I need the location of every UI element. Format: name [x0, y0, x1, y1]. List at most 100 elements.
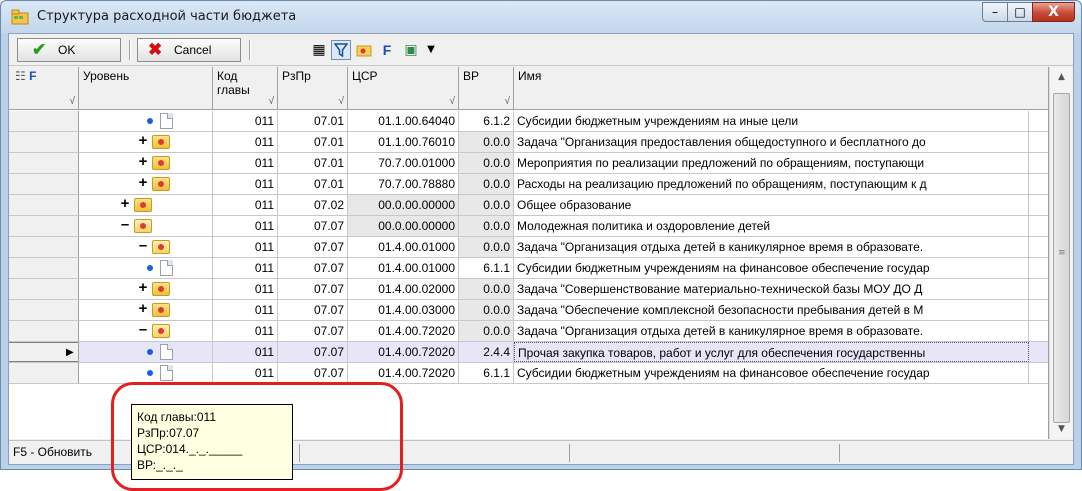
name-cell[interactable]: Задача "Организация отдыха детей в каник… [514, 237, 1029, 257]
table-row[interactable]: – 011 07.07 01.4.00.01000 0.0.0 Задача "Орган… [9, 237, 1048, 258]
formula-toggle-icon[interactable]: ☷ F [15, 69, 36, 83]
indicator-header[interactable]: ☷ F √ [9, 67, 79, 110]
row-indicator[interactable] [9, 153, 79, 173]
kod-cell[interactable]: 011 [213, 258, 278, 278]
table-row[interactable]: +011 07.01 70.7.00.78880 0.0.0 Расходы на ре… [9, 174, 1048, 195]
formula-icon[interactable]: F [377, 40, 397, 60]
rzp-cell[interactable]: 07.01 [278, 111, 348, 131]
level-cell[interactable] [79, 111, 213, 131]
rzp-cell[interactable]: 07.07 [278, 237, 348, 257]
column-header-rzp[interactable]: РзПр √ [278, 67, 348, 110]
kod-cell[interactable]: 011 [213, 342, 278, 362]
level-cell[interactable]: + [79, 132, 213, 152]
csr-cell[interactable]: 70.7.00.01000 [348, 153, 459, 173]
kod-cell[interactable]: 011 [213, 363, 278, 383]
table-row[interactable]: +011 07.07 01.4.00.03000 0.0.0 Задача "Обесп… [9, 300, 1048, 321]
rzp-cell[interactable]: 07.01 [278, 132, 348, 152]
cube-icon[interactable]: ▣ [401, 40, 421, 60]
table-row[interactable]: – 011 07.07 01.4.00.72020 0.0.0 Задача "Орган… [9, 321, 1048, 342]
cancel-button[interactable]: ✖ Cancel [137, 38, 241, 62]
csr-cell[interactable]: 01.1.00.76010 [348, 132, 459, 152]
csr-cell[interactable]: 70.7.00.78880 [348, 174, 459, 194]
kod-cell[interactable]: 011 [213, 132, 278, 152]
level-cell[interactable]: + [79, 300, 213, 320]
dropdown-arrow-icon[interactable]: ▼ [421, 40, 441, 60]
table-row[interactable]: +011 07.02 00.0.00.00000 0.0.0 Общее образов… [9, 195, 1048, 216]
row-indicator[interactable] [9, 363, 79, 383]
kod-cell[interactable]: 011 [213, 216, 278, 236]
level-cell[interactable]: + [79, 174, 213, 194]
level-cell[interactable]: – [79, 321, 213, 341]
vr-cell[interactable]: 0.0.0 [459, 237, 514, 257]
column-header-level[interactable]: Уровень [79, 67, 213, 110]
rzp-cell[interactable]: 07.07 [278, 279, 348, 299]
name-cell[interactable]: Субсидии бюджетным учреждениям на иные ц… [514, 111, 1029, 131]
table-row[interactable]: ▶ 011 07.07 01.4.00.72020 2.4.4 Прочая закупк… [9, 342, 1048, 363]
kod-cell[interactable]: 011 [213, 321, 278, 341]
expand-icon[interactable]: + [137, 280, 149, 296]
table-row[interactable]: 011 07.07 01.4.00.01000 6.1.1 Субсидии бюдже… [9, 258, 1048, 279]
name-cell[interactable]: Расходы на реализацию предложений по обр… [514, 174, 1029, 194]
scroll-up-icon[interactable]: ▲ [1050, 67, 1073, 87]
vr-cell[interactable]: 0.0.0 [459, 153, 514, 173]
name-cell[interactable]: Мероприятия по реализации предложений по… [514, 153, 1029, 173]
csr-cell[interactable]: 00.0.00.00000 [348, 195, 459, 215]
expand-icon[interactable]: + [137, 301, 149, 317]
level-cell[interactable]: + [79, 195, 213, 215]
csr-cell[interactable]: 01.4.00.03000 [348, 300, 459, 320]
level-cell[interactable]: + [79, 153, 213, 173]
filter-icon[interactable] [331, 40, 351, 60]
csr-cell[interactable]: 01.4.00.01000 [348, 237, 459, 257]
vr-cell[interactable]: 6.1.1 [459, 363, 514, 383]
row-indicator[interactable] [9, 174, 79, 194]
kod-cell[interactable]: 011 [213, 153, 278, 173]
title-bar[interactable]: Структура расходной части бюджета – □ X [1, 1, 1081, 33]
name-cell[interactable]: Задача "Организация предоставления общед… [514, 132, 1029, 152]
scrollbar-thumb[interactable]: ≡ [1053, 93, 1070, 423]
rzp-cell[interactable]: 07.02 [278, 195, 348, 215]
vr-cell[interactable]: 6.1.1 [459, 258, 514, 278]
rzp-cell[interactable]: 07.01 [278, 174, 348, 194]
kod-cell[interactable]: 011 [213, 195, 278, 215]
column-header-name[interactable]: Имя ◄ ► ▶ [514, 67, 1048, 110]
csr-cell[interactable]: 01.4.00.72020 [348, 321, 459, 341]
name-cell[interactable]: Молодежная политика и оздоровление детей [514, 216, 1029, 236]
expand-icon[interactable]: + [137, 154, 149, 170]
rzp-cell[interactable]: 07.07 [278, 321, 348, 341]
vr-cell[interactable]: 0.0.0 [459, 174, 514, 194]
name-cell[interactable]: Общее образование [514, 195, 1029, 215]
table-row[interactable]: 011 07.07 01.4.00.72020 6.1.1 Субсидии бюдже… [9, 363, 1048, 384]
vr-cell[interactable]: 0.0.0 [459, 216, 514, 236]
vr-cell[interactable]: 0.0.0 [459, 132, 514, 152]
level-cell[interactable] [79, 258, 213, 278]
ok-button[interactable]: ✔ OK [17, 38, 121, 62]
row-indicator[interactable] [9, 237, 79, 257]
level-cell[interactable]: – [79, 216, 213, 236]
rzp-cell[interactable]: 07.07 [278, 258, 348, 278]
kod-cell[interactable]: 011 [213, 300, 278, 320]
kod-cell[interactable]: 011 [213, 279, 278, 299]
expand-icon[interactable]: + [137, 175, 149, 191]
csr-cell[interactable]: 01.4.00.02000 [348, 279, 459, 299]
rzp-cell[interactable]: 07.07 [278, 216, 348, 236]
row-indicator[interactable] [9, 279, 79, 299]
vr-cell[interactable]: 6.1.2 [459, 111, 514, 131]
row-indicator[interactable] [9, 258, 79, 278]
vertical-scrollbar[interactable]: ▲ ≡ ▼ [1049, 67, 1073, 439]
column-header-csr[interactable]: ЦСР √ [348, 67, 459, 110]
table-row[interactable]: 011 07.01 01.1.00.64040 6.1.2 Субсидии бюдже… [9, 111, 1048, 132]
vr-cell[interactable]: 0.0.0 [459, 195, 514, 215]
collapse-icon[interactable]: – [119, 217, 131, 233]
row-indicator[interactable] [9, 300, 79, 320]
row-indicator[interactable] [9, 321, 79, 341]
kod-cell[interactable]: 011 [213, 237, 278, 257]
rzp-cell[interactable]: 07.07 [278, 342, 348, 362]
vr-cell[interactable]: 2.4.4 [459, 342, 514, 362]
level-cell[interactable]: – [79, 237, 213, 257]
kod-cell[interactable]: 011 [213, 111, 278, 131]
kod-cell[interactable]: 011 [213, 174, 278, 194]
name-cell[interactable]: Субсидии бюджетным учреждениям на финанс… [514, 258, 1029, 278]
table-row[interactable]: +011 07.01 01.1.00.76010 0.0.0 Задача "Орган… [9, 132, 1048, 153]
collapse-icon[interactable]: – [137, 238, 149, 254]
row-indicator[interactable] [9, 111, 79, 131]
